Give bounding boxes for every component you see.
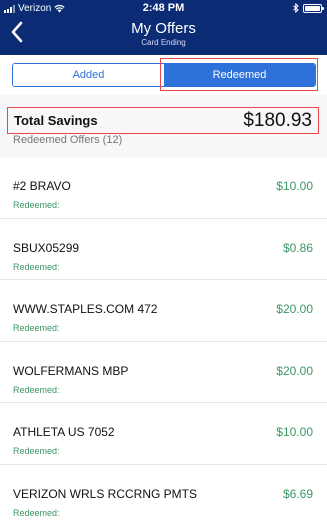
redeemed-tab-highlight (160, 58, 318, 91)
offer-amount: $6.69 (282, 486, 313, 501)
offer-amount: $20.00 (276, 302, 313, 316)
bluetooth-icon (293, 3, 299, 13)
battery-icon (303, 3, 324, 13)
offer-row[interactable]: #2 BRAVO $10.00 Redeemed: (0, 157, 327, 219)
offer-status: Redeemed: (13, 261, 60, 272)
redeemed-offers-count: Redeemed Offers (12) (13, 134, 123, 146)
offer-amount: $10.00 (276, 425, 313, 439)
offer-merchant: SBUX05299 (13, 240, 80, 255)
offers-list: #2 BRAVO $10.00 Redeemed: SBUX05299 $0.8… (0, 157, 327, 526)
total-savings-amount: $180.93 (243, 110, 312, 131)
status-bar: Verizon 2:48 PM (0, 0, 327, 16)
offer-row[interactable]: SBUX05299 $0.86 Redeemed: (0, 219, 327, 280)
savings-summary: Total Savings $180.93 Redeemed Offers (1… (0, 95, 327, 157)
tab-added[interactable]: Added (13, 64, 164, 86)
offer-amount: $20.00 (276, 363, 313, 378)
offer-merchant: WOLFERMANS MBP (13, 363, 129, 378)
offer-status: Redeemed: (13, 323, 60, 333)
offer-status: Redeemed: (13, 200, 60, 210)
status-time: 2:48 PM (142, 2, 185, 14)
offer-merchant: ATHLETA US 7052 (13, 425, 115, 439)
offer-merchant: VERIZON WRLS RCCRNG PMTS (13, 486, 198, 501)
offer-merchant: WWW.STAPLES.COM 472 (13, 302, 158, 316)
total-savings-highlight: Total Savings $180.93 (7, 107, 319, 134)
navigation-header: Verizon 2:48 PM My Offers Card Ending (0, 0, 327, 55)
offer-status: Redeemed: (13, 446, 60, 456)
offer-status: Redeemed: (13, 384, 60, 395)
page-title: My Offers (131, 20, 196, 37)
offer-amount: $10.00 (276, 179, 313, 193)
total-savings-label: Total Savings (14, 113, 98, 128)
offer-row[interactable]: ATHLETA US 7052 $10.00 Redeemed: (0, 403, 327, 465)
offer-row[interactable]: WOLFERMANS MBP $20.00 Redeemed: (0, 342, 327, 403)
offer-merchant: #2 BRAVO (13, 179, 71, 193)
offer-status: Redeemed: (13, 507, 60, 518)
status-right (293, 3, 324, 13)
offer-amount: $0.86 (282, 240, 313, 255)
page-subtitle: Card Ending (141, 38, 186, 47)
offer-row[interactable]: VERIZON WRLS RCCRNG PMTS $6.69 Redeemed: (0, 465, 327, 527)
offer-row[interactable]: WWW.STAPLES.COM 472 $20.00 Redeemed: (0, 280, 327, 342)
